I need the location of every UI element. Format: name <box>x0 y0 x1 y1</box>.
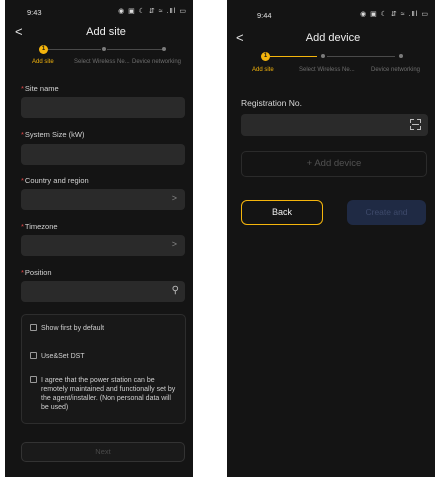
step-3-label: Device networking <box>132 59 182 65</box>
stepper-line <box>45 49 101 50</box>
scan-icon[interactable] <box>410 119 421 130</box>
add-device-screen: 9:44 ◉ ▣ ☾ ⇵ ≈ .Ⅱl ▭ < Add device 1 Add … <box>227 0 435 477</box>
country-region-select[interactable]: > <box>21 189 185 210</box>
status-time: 9:44 <box>257 11 272 20</box>
options-panel: Show first by default Use&Set DST I agre… <box>21 314 186 424</box>
dst-option[interactable]: Use&Set DST <box>30 352 179 361</box>
position-input[interactable]: ⚲ <box>21 281 185 302</box>
step-1-indicator: 1 <box>261 52 270 61</box>
create-button[interactable]: Create and <box>347 200 426 225</box>
agree-checkbox[interactable] <box>30 376 37 383</box>
step-2-dot <box>321 54 325 58</box>
timezone-select[interactable]: > <box>21 235 185 256</box>
system-size-label: *System Size (kW) <box>21 130 85 139</box>
page-title: Add device <box>305 32 361 44</box>
location-pin-icon[interactable]: ⚲ <box>172 285 179 296</box>
required-mark: * <box>21 176 24 185</box>
required-mark: * <box>21 84 24 93</box>
agree-option[interactable]: I agree that the power station can be re… <box>30 376 179 412</box>
stepper-line <box>327 56 395 57</box>
page-title: Add site <box>86 26 126 38</box>
status-time: 9:43 <box>27 8 42 17</box>
country-region-label: *Country and region <box>21 176 89 185</box>
add-device-button[interactable]: + Add device <box>241 151 427 177</box>
step-3-label: Device networking <box>371 67 421 73</box>
status-bar: 9:43 ◉ ▣ ☾ ⇵ ≈ .Ⅱl ▭ <box>5 0 193 22</box>
next-button[interactable]: Next <box>21 442 185 462</box>
status-icons: ◉ ▣ ☾ ⇵ ≈ .Ⅱl ▭ <box>118 8 187 15</box>
back-button[interactable]: Back <box>241 200 323 225</box>
status-bar: 9:44 ◉ ▣ ☾ ⇵ ≈ .Ⅱl ▭ <box>227 0 435 22</box>
site-name-input[interactable] <box>21 97 185 118</box>
required-mark: * <box>21 268 24 277</box>
show-first-option[interactable]: Show first by default <box>30 324 179 333</box>
status-icons: ◉ ▣ ☾ ⇵ ≈ .Ⅱl ▭ <box>360 11 429 18</box>
chevron-right-icon: > <box>171 239 177 249</box>
step-1-indicator: 1 <box>39 45 48 54</box>
required-mark: * <box>21 222 24 231</box>
required-mark: * <box>21 130 24 139</box>
timezone-label: *Timezone <box>21 222 58 231</box>
step-2-label: Select Wireless Ne... <box>74 59 130 65</box>
dst-label: Use&Set DST <box>41 353 85 360</box>
registration-no-label: Registration No. <box>241 98 302 108</box>
nav-bar: < Add site <box>5 24 193 42</box>
stepper-line <box>269 56 317 57</box>
dst-checkbox[interactable] <box>30 352 37 359</box>
chevron-right-icon: > <box>171 193 177 203</box>
stepper-line <box>107 49 163 50</box>
nav-bar: < Add device <box>227 30 435 48</box>
system-size-input[interactable] <box>21 144 185 165</box>
agree-label: I agree that the power station can be re… <box>41 377 176 411</box>
step-2-dot <box>102 47 106 51</box>
show-first-label: Show first by default <box>41 325 105 332</box>
position-label: *Position <box>21 268 52 277</box>
site-name-label: *Site name <box>21 84 59 93</box>
registration-no-input[interactable] <box>241 114 428 136</box>
step-1-label: Add site <box>252 67 274 73</box>
step-1-label: Add site <box>32 59 54 65</box>
step-2-label: Select Wireless Ne... <box>299 67 355 73</box>
step-3-dot <box>399 54 403 58</box>
show-first-checkbox[interactable] <box>30 324 37 331</box>
add-site-screen: 9:43 ◉ ▣ ☾ ⇵ ≈ .Ⅱl ▭ < Add site 1 Add si… <box>5 0 193 477</box>
step-3-dot <box>162 47 166 51</box>
